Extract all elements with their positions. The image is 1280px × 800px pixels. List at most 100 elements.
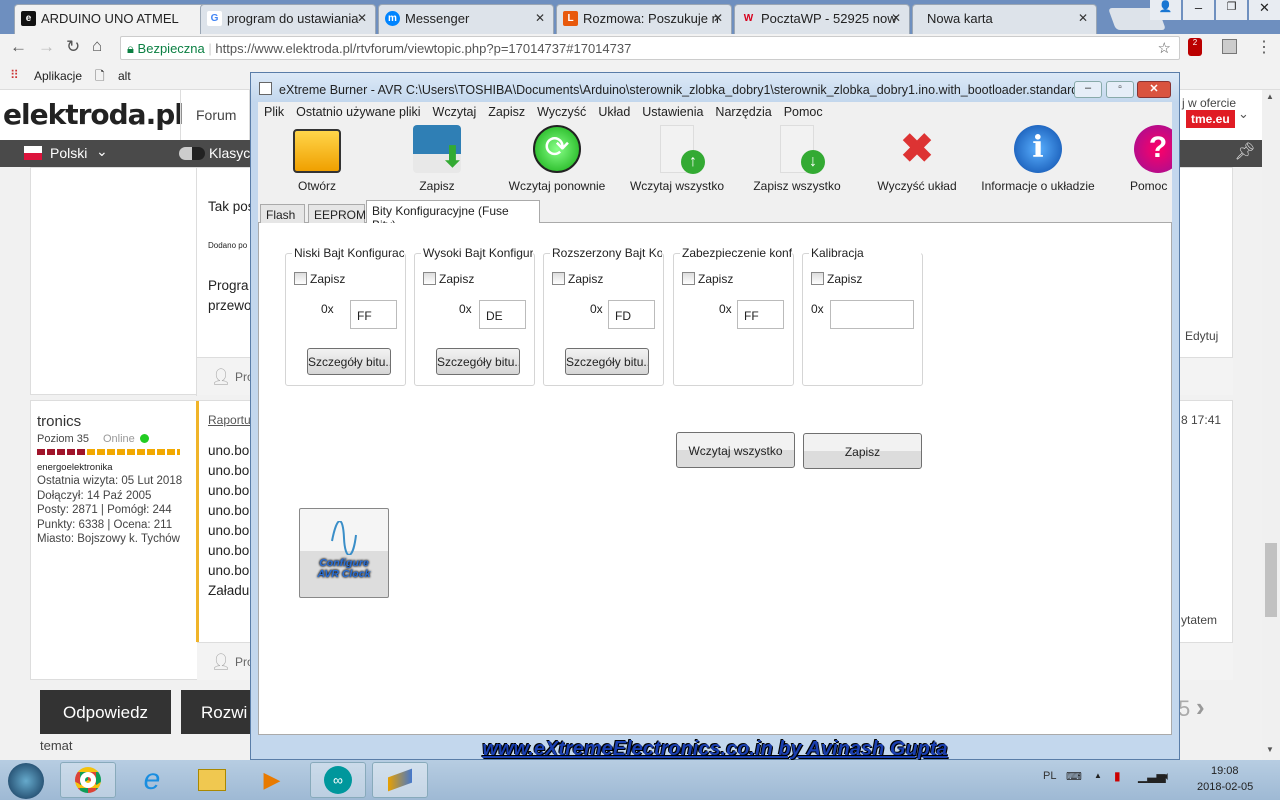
menu-icon[interactable]: ⋮ <box>1256 37 1272 57</box>
menu-plik[interactable]: Plik <box>258 102 290 122</box>
menu-read[interactable]: Wczytaj <box>427 102 483 122</box>
network-icon[interactable]: ▁▃▅ <box>1138 769 1166 783</box>
close-tab-icon[interactable]: ✕ <box>1078 11 1088 25</box>
banner-link[interactable]: www.eXtremeElectronics.co.in by Avinash … <box>251 735 1179 761</box>
write-fuses-button[interactable]: Zapisz <box>803 433 922 469</box>
bookmark-apps[interactable]: Aplikacje <box>34 69 82 83</box>
low-fuse-input[interactable]: FF <box>350 300 397 329</box>
tab-flash[interactable]: Flash <box>260 204 305 223</box>
reply-button[interactable]: Odpowiedz <box>40 690 171 734</box>
clock-time[interactable]: 19:08 <box>1211 765 1239 777</box>
taskbar-extreme-burner[interactable] <box>372 762 428 798</box>
menu-chip[interactable]: Układ <box>592 102 636 122</box>
browser-tab[interactable]: W PocztaWP - 52925 now ✕ <box>734 4 910 34</box>
forward-icon[interactable]: → <box>38 37 55 57</box>
scrollbar-thumb[interactable] <box>1265 543 1277 617</box>
open-button[interactable]: Otwórz <box>257 125 377 193</box>
bookmark-star-icon[interactable]: ☆ <box>1158 39 1171 57</box>
erase-chip-button[interactable]: ✖ Wyczyść układ <box>857 125 977 193</box>
high-fuse-input[interactable]: DE <box>479 300 526 329</box>
edit-link[interactable]: Edytuj <box>1185 329 1218 343</box>
browser-tab[interactable]: Nowa karta ✕ <box>912 4 1097 34</box>
minimize-icon[interactable]: – <box>1074 81 1102 98</box>
browser-tab[interactable]: m Messenger ✕ <box>378 4 554 34</box>
write-checkbox[interactable]: Zapisz <box>552 272 603 286</box>
extended-fuse-input[interactable]: FD <box>608 300 655 329</box>
pin-icon[interactable]: 📌︎ <box>1234 142 1256 162</box>
menu-recent[interactable]: Ostatnio używane pliki <box>290 102 426 122</box>
browser-tab[interactable]: eARDUINO UNO ATMEL✕ <box>14 4 226 34</box>
report-link[interactable]: Raportu <box>208 413 251 427</box>
read-all-button[interactable]: ↑ Wczytaj wszystko <box>617 125 737 193</box>
chevron-down-icon[interactable]: ⌄ <box>1238 106 1249 122</box>
taskbar-explorer[interactable] <box>184 762 240 798</box>
next-page-icon[interactable]: › <box>1196 692 1205 723</box>
scroll-up-icon[interactable]: ▲ <box>1266 92 1274 101</box>
write-checkbox[interactable]: Zapisz <box>294 272 345 286</box>
close-tab-icon[interactable]: ✕ <box>713 11 723 25</box>
restore-icon[interactable]: ❐ <box>1216 0 1247 20</box>
menu-settings[interactable]: Ustawienia <box>636 102 709 122</box>
taskbar-arduino[interactable]: ∞ <box>310 762 366 798</box>
home-icon[interactable]: ⌂ <box>92 36 102 56</box>
browser-tab[interactable]: Gprogram do ustawiania ✕ <box>200 4 376 34</box>
scroll-down-icon[interactable]: ▼ <box>1266 745 1274 754</box>
tab-fuse-bits[interactable]: Bity Konfiguracyjne (Fuse Bity) <box>366 200 540 232</box>
language-indicator[interactable]: PL <box>1043 770 1056 782</box>
write-checkbox[interactable]: Zapisz <box>811 272 862 286</box>
quote-link[interactable]: ytatem <box>1181 613 1217 627</box>
taskbar-ie[interactable]: e <box>124 762 180 798</box>
back-icon[interactable]: ← <box>10 37 27 57</box>
calibration-input[interactable] <box>830 300 914 329</box>
layout-toggle[interactable] <box>179 147 205 160</box>
extension-icon[interactable] <box>1222 39 1237 54</box>
url-bar[interactable]: 🔒︎ Bezpieczna | https://www.elektroda.pl… <box>120 36 1180 60</box>
page-scrollbar[interactable]: ▲ ▼ <box>1262 90 1280 760</box>
menu-tools[interactable]: Narzędzia <box>709 102 777 122</box>
menu-erase[interactable]: Wyczyść <box>531 102 592 122</box>
configure-avr-clock-button[interactable]: Configure AVR Clock <box>299 508 389 598</box>
tab-eeprom[interactable]: EEPROM <box>308 204 366 223</box>
start-button[interactable] <box>8 763 44 799</box>
close-tab-icon[interactable]: ✕ <box>535 11 545 25</box>
volume-icon[interactable]: 🔈︎ <box>1164 769 1171 784</box>
read-all-button[interactable]: Wczytaj wszystko <box>676 432 795 468</box>
taskbar-media[interactable]: ▶ <box>244 762 300 798</box>
menu-write[interactable]: Zapisz <box>482 102 531 122</box>
menu-help[interactable]: Pomoc <box>778 102 829 122</box>
user-icon[interactable]: 👤 <box>1150 0 1181 20</box>
close-icon[interactable]: ✕ <box>1137 81 1171 98</box>
write-checkbox[interactable]: Zapisz <box>682 272 733 286</box>
chip-info-button[interactable]: i Informacje o układzie <box>977 125 1099 193</box>
bit-details-button[interactable]: Szczegóły bitu.. <box>307 348 391 375</box>
close-tab-icon[interactable]: ✕ <box>357 11 367 25</box>
browser-tab[interactable]: L Rozmowa: Poszukuje n ✕ <box>556 4 732 34</box>
bit-details-button[interactable]: Szczegóły bitu.. <box>565 348 649 375</box>
clock-date[interactable]: 2018-02-05 <box>1197 781 1253 793</box>
nav-forum[interactable]: Forum <box>180 90 250 140</box>
save-button[interactable]: ⬇ Zapisz <box>377 125 497 193</box>
lock-bits-input[interactable]: FF <box>737 300 784 329</box>
language-select[interactable]: Polski <box>50 145 87 161</box>
expand-button[interactable]: Rozwi <box>181 690 261 734</box>
minimize-icon[interactable]: – <box>1183 0 1214 20</box>
bookmark-alt[interactable]: alt <box>118 69 131 83</box>
maximize-icon[interactable]: ▫ <box>1106 81 1134 98</box>
username[interactable]: tronics <box>37 413 81 430</box>
reload-button[interactable]: ⟳ Wczytaj ponownie <box>497 125 617 193</box>
show-hidden-icons[interactable]: ▲ <box>1094 771 1102 780</box>
write-all-button[interactable]: ↓ Zapisz wszystko <box>737 125 857 193</box>
bit-details-button[interactable]: Szczegóły bitu.. <box>436 348 520 375</box>
info-icon: i <box>1014 125 1062 173</box>
taskbar-chrome[interactable] <box>60 762 116 798</box>
close-tab-icon[interactable]: ✕ <box>891 11 901 25</box>
close-icon[interactable]: ✕ <box>1249 0 1280 20</box>
write-checkbox[interactable]: Zapisz <box>423 272 474 286</box>
reload-icon[interactable]: ↻ <box>66 37 80 57</box>
power-icon[interactable]: ▮ <box>1114 769 1121 783</box>
site-logo[interactable]: elektroda.pl <box>3 98 184 131</box>
keyboard-icon[interactable]: ⌨ <box>1066 770 1082 783</box>
extension-icon[interactable]: 2 <box>1188 38 1202 56</box>
help-button[interactable]: ? Pomoc <box>1114 125 1172 193</box>
tme-logo[interactable]: tme.eu <box>1186 110 1235 128</box>
